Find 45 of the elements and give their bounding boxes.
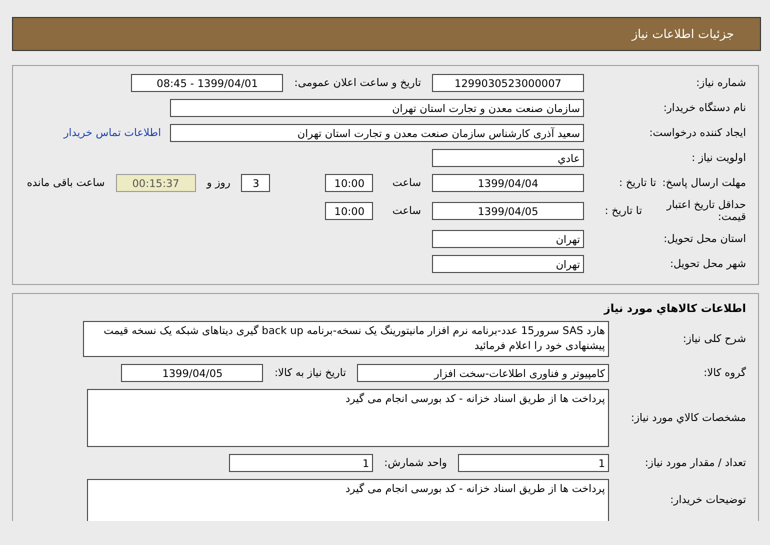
field-label: گروه کالا: <box>702 367 746 379</box>
time-field[interactable]: 10:00 <box>325 174 374 192</box>
field-label: ساعت <box>392 205 421 217</box>
text-field[interactable]: عادي <box>432 149 584 167</box>
field-label: نام دستگاه خریدار: <box>663 102 746 114</box>
field-label: شرح کلی نیاز: <box>682 333 746 345</box>
text-field[interactable]: کامپیوتر و فناوری اطلاعات-سخت افزار <box>357 364 609 382</box>
countdown-field[interactable]: 00:15:37 <box>116 174 196 192</box>
field-label: تا تاریخ : <box>618 177 656 189</box>
text-field[interactable]: 1399/04/05 <box>432 202 584 220</box>
field-label: تاریخ و ساعت اعلان عمومی: <box>294 77 421 89</box>
contact-link[interactable]: اطلاعات تماس خریدار <box>64 127 161 139</box>
field-label: تا تاریخ : <box>604 205 642 217</box>
text-field[interactable]: 1299030523000007 <box>432 74 584 92</box>
field-label: حداقل تاریخ اعتبار قیمت: <box>665 199 746 223</box>
text-field[interactable]: 1399/04/04 <box>432 174 584 192</box>
field-label: مهلت ارسال پاسخ: <box>662 177 746 189</box>
quantity-field[interactable]: 1 <box>458 454 609 472</box>
date-field[interactable]: 1399/04/05 <box>121 364 264 382</box>
text-area[interactable]: پرداخت ها از طریق اسناد خزانه - کد بورسی انجام می گیرد <box>87 479 609 521</box>
field-label: ایجاد کننده درخواست: <box>649 127 746 139</box>
text-field[interactable]: 1399/04/01 - 08:45 <box>131 74 284 92</box>
field-label: ساعت باقی مانده <box>26 177 105 189</box>
field-label: اولویت نیاز : <box>692 152 746 164</box>
time-field[interactable]: 10:00 <box>325 202 374 220</box>
field-label: شهر محل تحویل: <box>670 258 746 270</box>
field-label: توضیحات خریدار: <box>669 494 746 506</box>
header-title: جزئیات اطلاعات نیاز <box>632 27 734 41</box>
text-field[interactable]: سازمان صنعت معدن و تجارت استان تهران <box>170 99 584 117</box>
field-label: روز و <box>206 177 230 189</box>
field-label: ساعت <box>392 177 421 189</box>
section-title: اطلاعات کالاهاي مورد نياز <box>602 302 746 315</box>
text-field[interactable]: سعید آذری کارشناس سازمان صنعت معدن و تجارت استان تهران <box>170 124 584 142</box>
text-field[interactable]: تهران <box>432 230 584 248</box>
days-field[interactable]: 3 <box>241 174 270 192</box>
field-label: مشخصات کالاي مورد نياز: <box>630 412 746 424</box>
field-label: تعداد / مقدار مورد نیاز: <box>644 457 746 469</box>
field-label: شماره نیاز: <box>696 77 746 89</box>
field-label: تاریخ نیاز به کالا: <box>274 367 346 379</box>
unit-field[interactable]: 1 <box>229 454 374 472</box>
description-box[interactable]: هارد SAS سرور15 عدد-برنامه نرم افزار مانیتورینگ یک نسخه-برنامه back up گیری دیتاهای شبکه یک نسخه قیمت پیشنهادی خود را اعلام فرمائید <box>83 321 609 357</box>
text-field[interactable]: تهران <box>432 255 584 273</box>
field-label: واحد شمارش: <box>384 457 447 469</box>
text-area[interactable]: پرداخت ها از طریق اسناد خزانه - کد بورسی انجام می گیرد <box>87 389 609 447</box>
field-label: استان محل تحویل: <box>664 233 746 245</box>
